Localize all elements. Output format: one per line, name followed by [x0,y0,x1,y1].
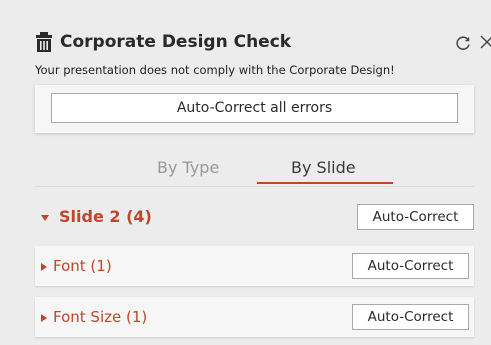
panel-header: Corporate Design Check [36,30,491,58]
item-toggle-font[interactable]: Font (1) [41,257,112,275]
collapse-triangle-icon [41,214,49,221]
tab-by-slide[interactable]: By Slide [291,158,356,177]
refresh-icon[interactable] [454,34,472,52]
corporate-design-check-panel: Corporate Design Check Your presentation… [0,0,491,345]
close-icon[interactable] [479,34,491,50]
slide-group-header: Slide 2 (4) Auto-Correct [35,198,474,236]
expand-triangle-icon [41,262,47,271]
tab-by-type[interactable]: By Type [157,158,219,177]
list-item: Font Size (1) Auto-Correct [35,297,474,337]
view-tabs: By Type By Slide [35,152,474,187]
expand-triangle-icon [41,313,47,322]
panel-title: Corporate Design Check [60,32,292,52]
list-item: Font (1) Auto-Correct [35,246,474,286]
autocorrect-all-button[interactable]: Auto-Correct all errors [51,93,458,123]
slide-autocorrect-button[interactable]: Auto-Correct [357,204,474,230]
slide-group-label: Slide 2 (4) [59,207,152,226]
active-tab-indicator [257,182,393,184]
slide-group-toggle[interactable]: Slide 2 (4) [41,207,152,226]
item-label: Font (1) [53,257,112,275]
item-autocorrect-button[interactable]: Auto-Correct [352,304,469,330]
autocorrect-all-card: Auto-Correct all errors [35,85,474,133]
item-toggle-font-size[interactable]: Font Size (1) [41,308,147,326]
item-label: Font Size (1) [53,308,148,326]
item-autocorrect-button[interactable]: Auto-Correct [352,253,469,279]
compliance-message: Your presentation does not comply with t… [35,63,395,77]
trash-icon [36,32,52,52]
